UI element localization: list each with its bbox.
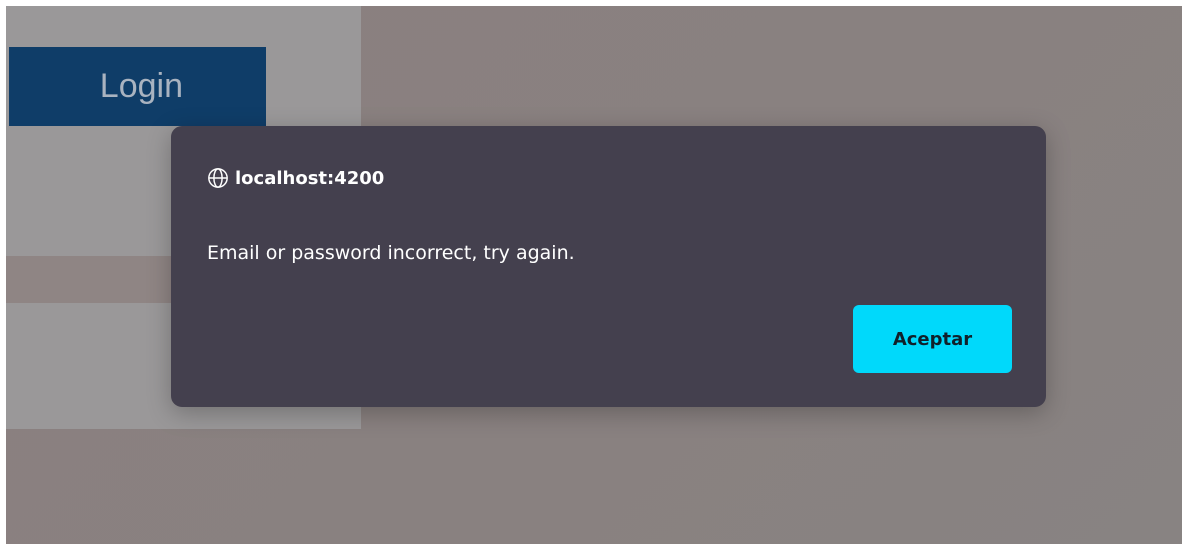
dialog-origin: localhost:4200 <box>207 167 384 189</box>
dialog-message: Email or password incorrect, try again. <box>207 242 575 264</box>
accept-button[interactable]: Aceptar <box>853 305 1012 373</box>
page-backdrop: Login localhost:4200 Email or password i… <box>6 6 1182 544</box>
alert-dialog: localhost:4200 Email or password incorre… <box>171 126 1046 407</box>
login-header: Login <box>9 47 266 126</box>
globe-icon <box>207 167 229 189</box>
dialog-origin-text: localhost:4200 <box>235 167 385 189</box>
